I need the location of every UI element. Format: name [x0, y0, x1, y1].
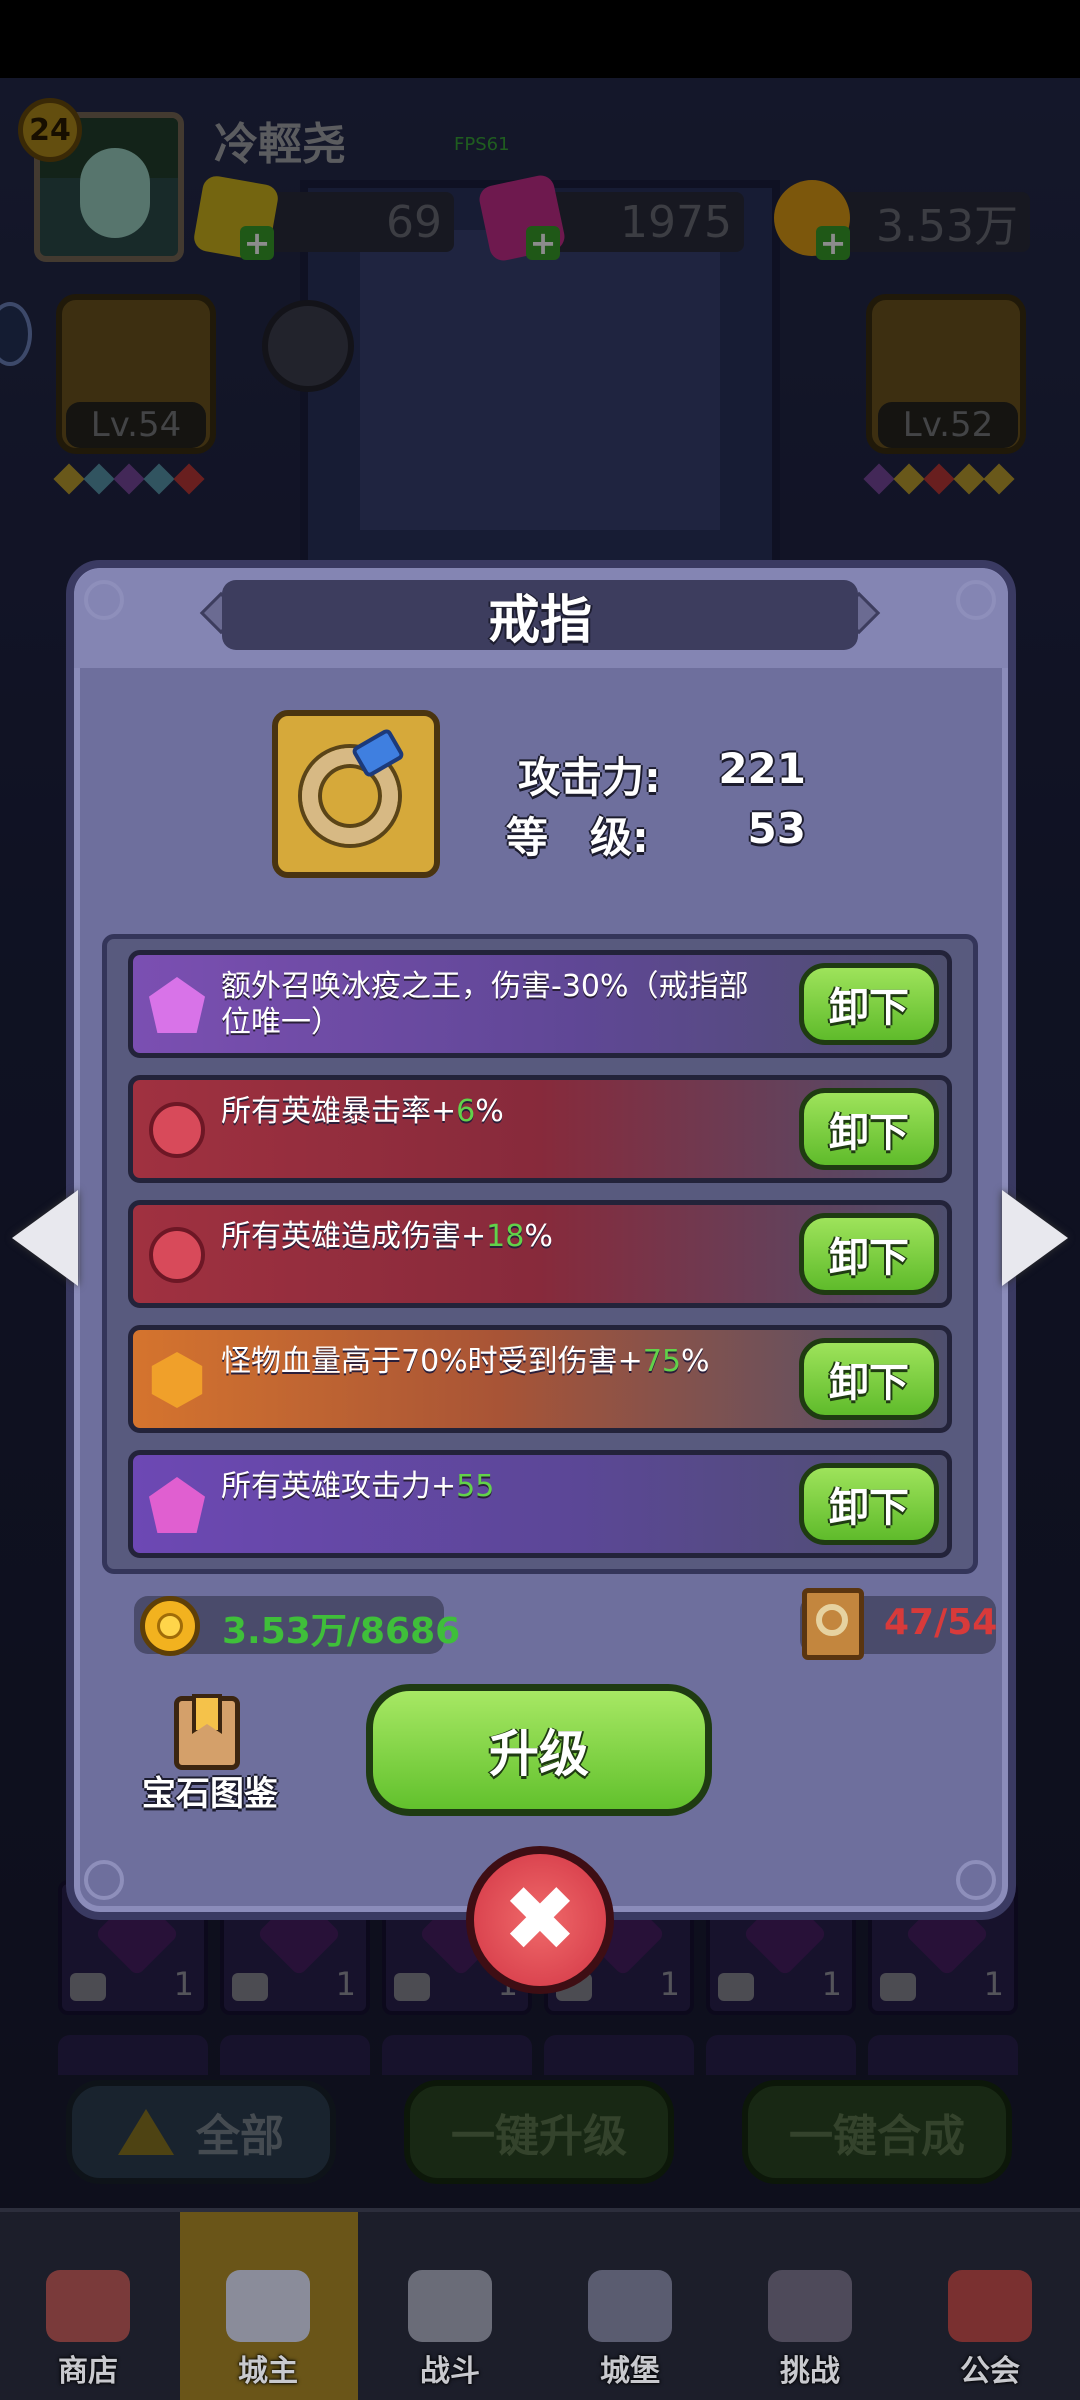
gem-effect-unit: %: [681, 1344, 710, 1379]
upgrade-button[interactable]: 升级: [366, 1684, 712, 1816]
nav-label: 城堡: [600, 2354, 660, 2389]
red-round-gem-icon: [149, 1102, 205, 1158]
corner-ornament: [84, 1860, 124, 1900]
upgrade-gold-cost: 3.53万/8686: [222, 1611, 461, 1652]
corner-ornament: [956, 1860, 996, 1900]
gem-effect-text: 所有英雄攻击力+55: [221, 1469, 771, 1505]
nav-item-lord[interactable]: 城主: [198, 2270, 338, 2390]
purple-pentagon-gem-icon: [149, 977, 205, 1033]
unequip-button[interactable]: 卸下: [799, 1463, 939, 1545]
gem-effect-desc: 怪物血量高于70%时受到伤害+: [221, 1344, 643, 1379]
attack-value: 221: [718, 744, 806, 793]
status-bar: [0, 0, 1080, 78]
gem-row: 所有英雄造成伤害+18% 卸下: [128, 1200, 952, 1308]
nav-label: 挑战: [780, 2354, 840, 2389]
close-icon: ✖: [502, 1867, 578, 1972]
gem-effect-desc: 额外召唤冰疫之王，伤害-30%（戒指部位唯一）: [221, 969, 749, 1040]
coin-center: [157, 1613, 183, 1639]
gem-effect-text: 所有英雄暴击率+6%: [221, 1094, 771, 1130]
orange-hexagon-gem-icon: [151, 1352, 203, 1408]
gem-effect-unit: %: [475, 1094, 504, 1129]
corner-ornament: [956, 580, 996, 620]
gem-effect-desc: 所有英雄造成伤害+: [221, 1219, 487, 1254]
nav-label: 城主: [238, 2354, 298, 2389]
nav-item-battle[interactable]: 战斗: [380, 2270, 520, 2390]
gem-effect-value: 75: [642, 1344, 682, 1379]
next-item-arrow-icon[interactable]: [1002, 1190, 1068, 1286]
unequip-button[interactable]: 卸下: [799, 963, 939, 1045]
nav-item-shop[interactable]: 商店: [18, 2270, 158, 2390]
gem-effect-text: 怪物血量高于70%时受到伤害+75%: [221, 1344, 771, 1380]
nav-item-challenge[interactable]: 挑战: [740, 2270, 880, 2390]
nav-item-guild[interactable]: 公会: [920, 2270, 1060, 2390]
attack-label: 攻击力:: [518, 753, 661, 802]
gem-effect-unit: %: [524, 1219, 553, 1254]
gem-catalog-label[interactable]: 宝石图鉴: [142, 1766, 278, 1815]
red-round-gem-icon: [149, 1227, 205, 1283]
nav-label: 战斗: [420, 2354, 480, 2389]
level-label: 等 级:: [506, 813, 649, 862]
demon-mask-icon: [768, 2270, 852, 2342]
gem-row: 所有英雄攻击力+55 卸下: [128, 1450, 952, 1558]
guild-banner-icon: [948, 2270, 1032, 2342]
gem-effect-value: 55: [456, 1469, 495, 1504]
dialog-title-bar: 戒指: [222, 580, 858, 651]
unequip-button[interactable]: 卸下: [799, 1088, 939, 1170]
nav-label: 公会: [960, 2354, 1020, 2389]
level-value: 53: [747, 804, 806, 853]
gem-row: 额外召唤冰疫之王，伤害-30%（戒指部位唯一） 卸下: [128, 950, 952, 1058]
shop-icon: [46, 2270, 130, 2342]
unequip-button[interactable]: 卸下: [799, 1338, 939, 1420]
crown-icon: [226, 2270, 310, 2342]
gem-effect-desc: 所有英雄攻击力+: [221, 1469, 457, 1504]
gem-row: 所有英雄暴击率+6% 卸下: [128, 1075, 952, 1183]
gem-effect-text: 所有英雄造成伤害+18%: [221, 1219, 771, 1255]
previous-item-arrow-icon[interactable]: [12, 1190, 78, 1286]
magenta-pentagon-gem-icon: [149, 1477, 205, 1533]
corner-ornament: [84, 580, 124, 620]
castle-icon: [588, 2270, 672, 2342]
scroll-ring-emblem: [816, 1604, 848, 1636]
nav-item-castle[interactable]: 城堡: [560, 2270, 700, 2390]
gem-effect-text: 额外召唤冰疫之王，伤害-30%（戒指部位唯一）: [221, 969, 771, 1041]
bottom-nav: [0, 2208, 1080, 2400]
close-button[interactable]: ✖: [466, 1846, 614, 1994]
gem-row: 怪物血量高于70%时受到伤害+75% 卸下: [128, 1325, 952, 1433]
unequip-button[interactable]: 卸下: [799, 1213, 939, 1295]
gem-effect-desc: 所有英雄暴击率+: [221, 1094, 457, 1129]
gem-effect-value: 6: [456, 1094, 476, 1129]
crossed-swords-icon: [408, 2270, 492, 2342]
dialog-title: 戒指: [487, 590, 592, 651]
gem-effect-value: 18: [486, 1219, 525, 1254]
nav-label: 商店: [58, 2354, 118, 2389]
scroll-count: 47/54: [884, 1602, 998, 1643]
